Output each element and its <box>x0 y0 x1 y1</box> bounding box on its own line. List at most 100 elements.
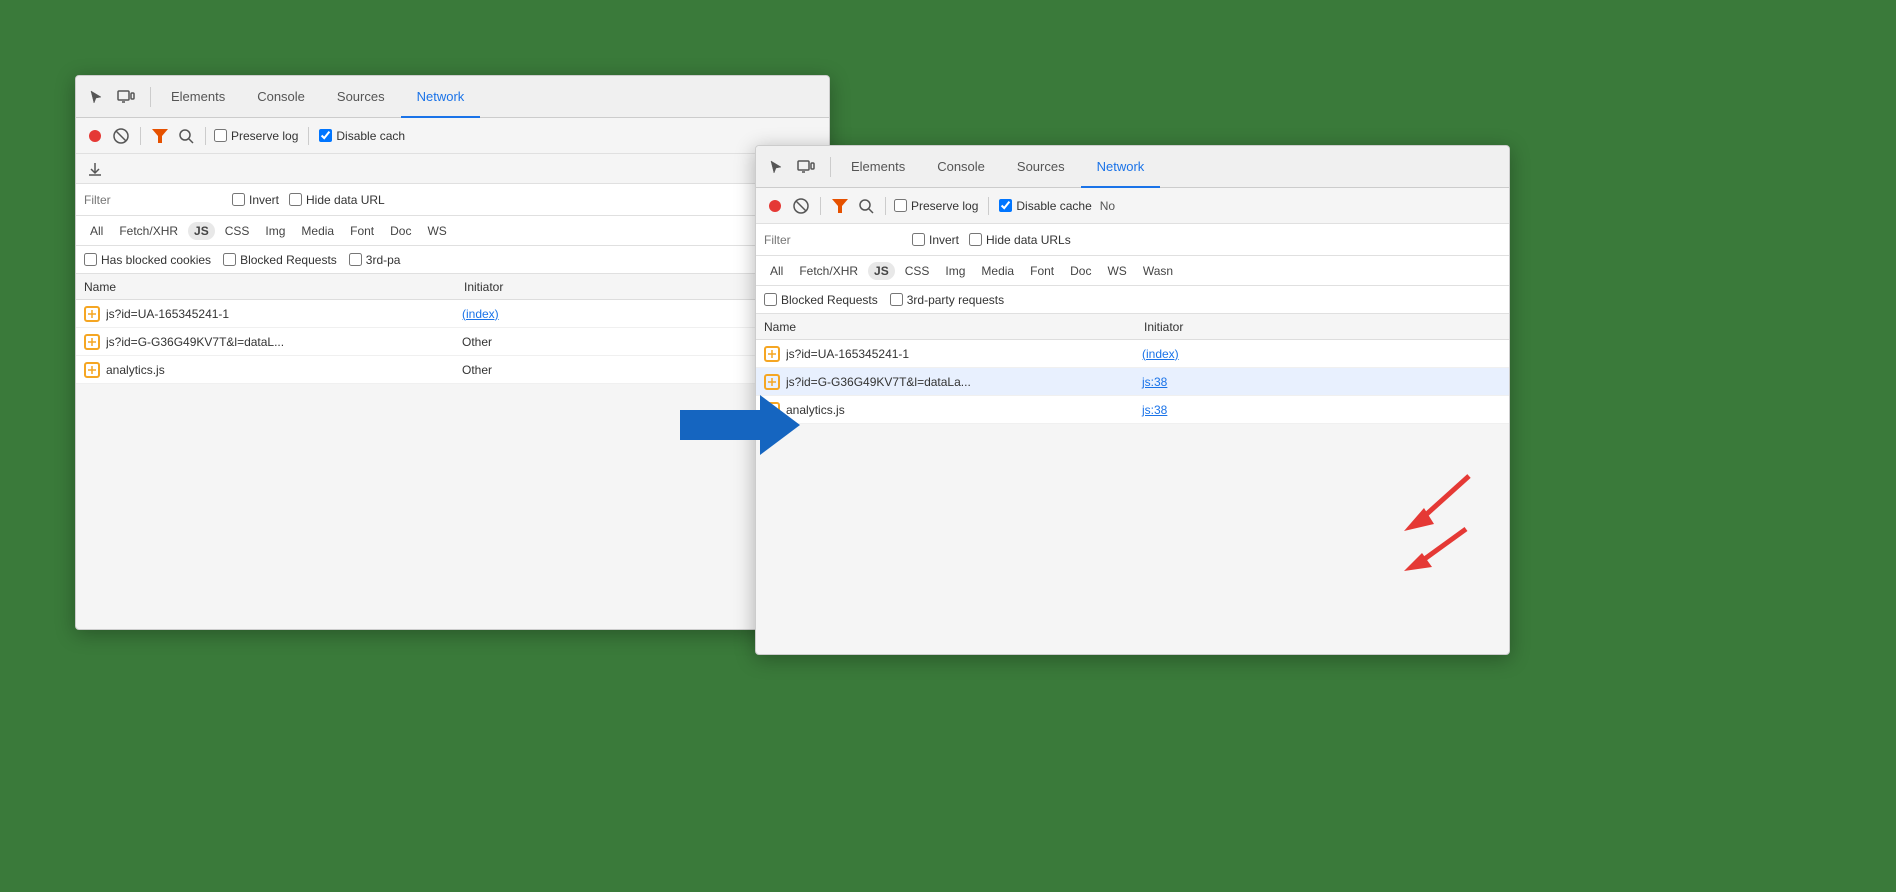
filter-options-1: Invert Hide data URL <box>232 193 385 207</box>
cursor-icon[interactable] <box>84 85 108 109</box>
res-ws-1[interactable]: WS <box>421 222 452 240</box>
disable-cache-label-2[interactable]: Disable cache <box>999 199 1091 213</box>
res-font-2[interactable]: Font <box>1024 262 1060 280</box>
blocked-requests-checkbox-1[interactable] <box>223 253 236 266</box>
tab-network-2[interactable]: Network <box>1081 146 1161 188</box>
search-button-1[interactable] <box>175 125 197 147</box>
invert-label-1[interactable]: Invert <box>232 193 279 207</box>
res-doc-1[interactable]: Doc <box>384 222 417 240</box>
tab-elements-1[interactable]: Elements <box>155 76 241 118</box>
clear-button-1[interactable] <box>110 125 132 147</box>
res-wasn-2[interactable]: Wasn <box>1137 262 1179 280</box>
disable-cache-checkbox-2[interactable] <box>999 199 1012 212</box>
row-icon-1-3 <box>84 362 100 378</box>
res-js-1[interactable]: JS <box>188 222 215 240</box>
device-icon-2[interactable] <box>794 155 818 179</box>
res-css-1[interactable]: CSS <box>219 222 256 240</box>
res-ws-2[interactable]: WS <box>1101 262 1132 280</box>
res-all-1[interactable]: All <box>84 222 109 240</box>
row-icon-2-1 <box>764 346 780 362</box>
device-icon[interactable] <box>114 85 138 109</box>
preserve-log-checkbox-1[interactable] <box>214 129 227 142</box>
invert-checkbox-2[interactable] <box>912 233 925 246</box>
res-media-2[interactable]: Media <box>975 262 1020 280</box>
res-img-1[interactable]: Img <box>259 222 291 240</box>
hide-data-urls-label-2[interactable]: Hide data URLs <box>969 233 1071 247</box>
table-header-1: Name Initiator <box>76 274 829 300</box>
row-initiator-2-3: js:38 <box>1142 403 1501 417</box>
row-name-1-2: js?id=G-G36G49KV7T&l=dataL... <box>106 335 462 349</box>
table-row-1-3[interactable]: analytics.js Other <box>76 356 829 384</box>
table-header-2: Name Initiator <box>756 314 1509 340</box>
table-row-2-2[interactable]: js?id=G-G36G49KV7T&l=dataLa... js:38 <box>756 368 1509 396</box>
has-blocked-cookies-checkbox-1[interactable] <box>84 253 97 266</box>
toolbar-divider-2 <box>205 127 206 145</box>
filter-input-2[interactable] <box>764 233 884 247</box>
preserve-log-label-2[interactable]: Preserve log <box>894 199 978 213</box>
row-name-2-2: js?id=G-G36G49KV7T&l=dataLa... <box>786 375 1142 389</box>
filter-input-1[interactable] <box>84 193 204 207</box>
blue-arrow <box>680 385 800 468</box>
toolbar-sep-2 <box>988 197 989 215</box>
invert-label-2[interactable]: Invert <box>912 233 959 247</box>
res-js-2[interactable]: JS <box>868 262 895 280</box>
toolbar-divider-1 <box>140 127 141 145</box>
red-arrow-annotation-2 <box>1384 521 1474 579</box>
blocked-requests-label-2[interactable]: Blocked Requests <box>764 293 878 307</box>
tab-console-1[interactable]: Console <box>241 76 321 118</box>
col-initiator-header-2: Initiator <box>1144 320 1501 334</box>
res-fetchxhr-1[interactable]: Fetch/XHR <box>113 222 184 240</box>
toolbar-sep-1 <box>308 127 309 145</box>
res-css-2[interactable]: CSS <box>899 262 936 280</box>
tab-elements-2[interactable]: Elements <box>835 146 921 188</box>
blocked-requests-label-1[interactable]: Blocked Requests <box>223 253 337 267</box>
devtools-window-2: Elements Console Sources Network <box>755 145 1510 655</box>
disable-cache-label-1[interactable]: Disable cach <box>319 129 405 143</box>
hide-data-urls-checkbox-1[interactable] <box>289 193 302 206</box>
table-row-2-3[interactable]: analytics.js js:38 <box>756 396 1509 424</box>
disable-cache-checkbox-1[interactable] <box>319 129 332 142</box>
download-button-1[interactable] <box>84 158 106 180</box>
res-media-1[interactable]: Media <box>295 222 340 240</box>
cursor-icon-2[interactable] <box>764 155 788 179</box>
table-row-2-1[interactable]: js?id=UA-165345241-1 (index) <box>756 340 1509 368</box>
invert-checkbox-1[interactable] <box>232 193 245 206</box>
toolbar-divider-3 <box>820 197 821 215</box>
preserve-log-checkbox-2[interactable] <box>894 199 907 212</box>
toolbar-row2-1 <box>76 154 829 184</box>
search-button-2[interactable] <box>855 195 877 217</box>
clear-button-2[interactable] <box>790 195 812 217</box>
third-party-checkbox-2[interactable] <box>890 293 903 306</box>
res-img-2[interactable]: Img <box>939 262 971 280</box>
res-fetchxhr-2[interactable]: Fetch/XHR <box>793 262 864 280</box>
tab-console-2[interactable]: Console <box>921 146 1001 188</box>
filter-button-2[interactable] <box>829 195 851 217</box>
row-name-1-3: analytics.js <box>106 363 462 377</box>
tab-sources-1[interactable]: Sources <box>321 76 401 118</box>
preserve-log-label-1[interactable]: Preserve log <box>214 129 298 143</box>
table-row-1-2[interactable]: js?id=G-G36G49KV7T&l=dataL... Other <box>76 328 829 356</box>
tab-bar-2: Elements Console Sources Network <box>756 146 1509 188</box>
record-button-1[interactable] <box>84 125 106 147</box>
third-party-label-1[interactable]: 3rd-pa <box>349 253 401 267</box>
res-all-2[interactable]: All <box>764 262 789 280</box>
table-row-1-1[interactable]: js?id=UA-165345241-1 (index) <box>76 300 829 328</box>
tab-network-1[interactable]: Network <box>401 76 481 118</box>
res-font-1[interactable]: Font <box>344 222 380 240</box>
row-initiator-2-1: (index) <box>1142 347 1501 361</box>
blocked-requests-checkbox-2[interactable] <box>764 293 777 306</box>
hide-data-urls-checkbox-2[interactable] <box>969 233 982 246</box>
row-name-2-3: analytics.js <box>786 403 1142 417</box>
tab-sources-2[interactable]: Sources <box>1001 146 1081 188</box>
toolbar-divider-4 <box>885 197 886 215</box>
res-doc-2[interactable]: Doc <box>1064 262 1097 280</box>
row-icon-1-1 <box>84 306 100 322</box>
filter-button-1[interactable] <box>149 125 171 147</box>
record-button-2[interactable] <box>764 195 786 217</box>
third-party-checkbox-1[interactable] <box>349 253 362 266</box>
toolbar-row1-1: Preserve log Disable cach <box>76 118 829 154</box>
has-blocked-cookies-label-1[interactable]: Has blocked cookies <box>84 253 211 267</box>
hide-data-urls-label-1[interactable]: Hide data URL <box>289 193 385 207</box>
third-party-label-2[interactable]: 3rd-party requests <box>890 293 1004 307</box>
resource-bar-1: All Fetch/XHR JS CSS Img Media Font Doc … <box>76 216 829 246</box>
